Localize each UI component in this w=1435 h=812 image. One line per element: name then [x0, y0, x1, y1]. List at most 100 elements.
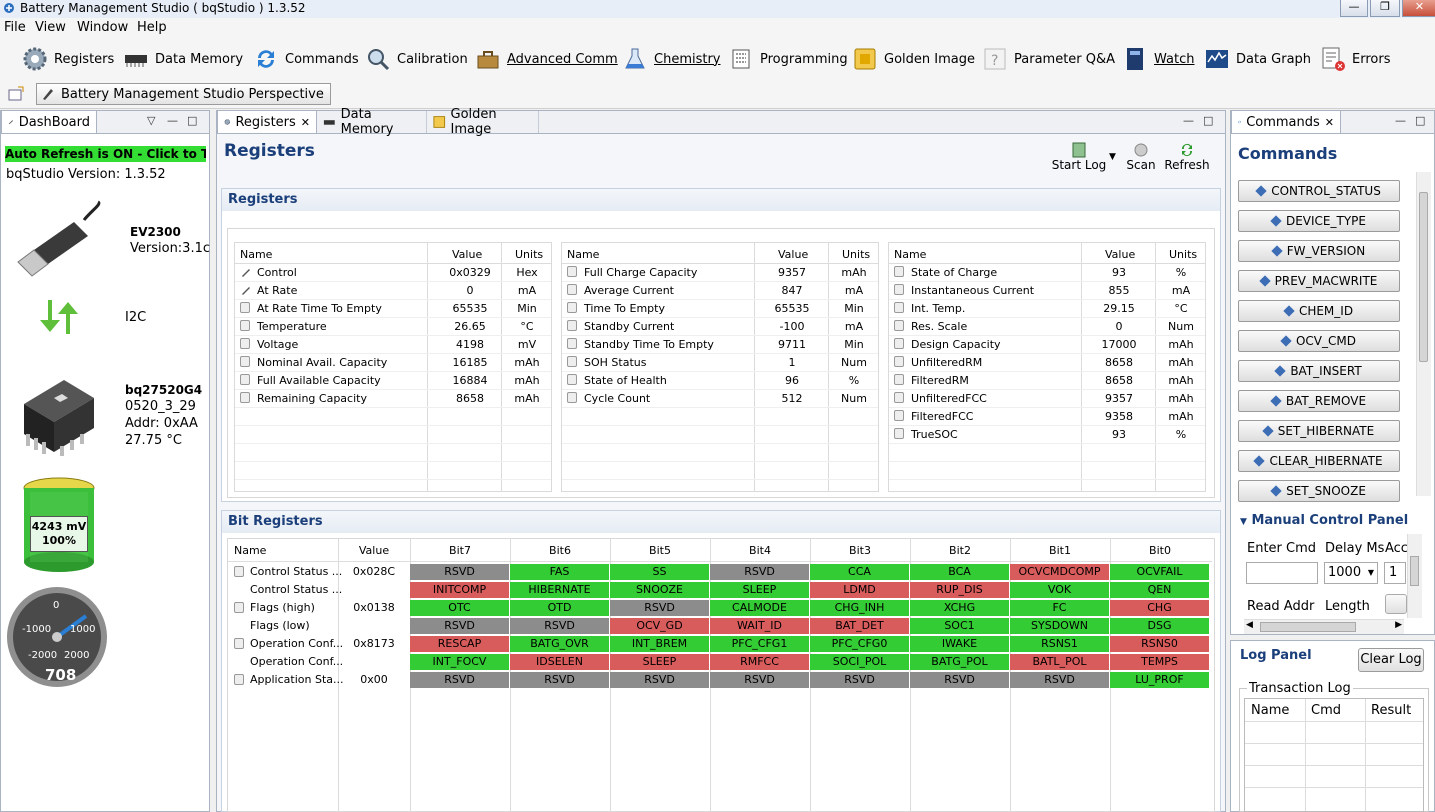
bit-register-row[interactable]: Flags (high) 0x0138 OTC OTD RSVD CALMODE CHG_I…: [228, 599, 1212, 617]
close-button[interactable]: ✕: [1402, 0, 1435, 17]
toolbar-golden-image[interactable]: Golden Image: [852, 42, 975, 76]
register-row[interactable]: State of Health 96%: [562, 371, 878, 390]
register-row[interactable]: Design Capacity 17000 mAh: [889, 335, 1205, 354]
acc-input[interactable]: 1: [1384, 562, 1406, 584]
command-button[interactable]: SET_HIBERNATE: [1238, 420, 1400, 442]
view-menu-icon[interactable]: ▽: [147, 114, 155, 127]
toolbar-parameter-qa[interactable]: ? Parameter Q&A: [982, 42, 1115, 76]
command-button[interactable]: CONTROL_STATUS: [1238, 180, 1400, 202]
command-button[interactable]: BAT_INSERT: [1238, 360, 1400, 382]
register-row[interactable]: Full Available Capacity 16884 mAh: [235, 371, 551, 390]
register-row[interactable]: State of Charge 93%: [889, 263, 1205, 282]
menu-view[interactable]: View: [35, 20, 66, 35]
register-row[interactable]: Average Current 847 mA: [562, 281, 878, 300]
toolbar-advanced-comm[interactable]: Advanced Comm: [475, 42, 618, 76]
tab-golden-image[interactable]: Golden Image: [427, 107, 539, 137]
bit-register-row[interactable]: Flags (low) RSVD RSVD OCV_GD WAIT_ID BAT_DET S…: [228, 617, 1212, 635]
register-row[interactable]: At Rate Time To Empty 65535 Min: [235, 299, 551, 318]
register-row[interactable]: Control 0x0329 Hex: [235, 263, 551, 282]
scroll-right-icon[interactable]: ▶: [1395, 620, 1402, 630]
toolbar-data-graph[interactable]: Data Graph: [1204, 42, 1311, 76]
toolbar-data-memory[interactable]: Data Memory: [123, 42, 243, 76]
scrollbar-thumb[interactable]: [1419, 192, 1428, 362]
clear-log-button[interactable]: Clear Log: [1358, 648, 1424, 672]
menu-window[interactable]: Window: [77, 20, 128, 35]
maximize-view-icon[interactable]: □: [187, 114, 197, 127]
scan-button[interactable]: Scan: [1125, 142, 1157, 176]
toolbar-registers[interactable]: Registers: [22, 42, 114, 76]
register-row[interactable]: Instantaneous Current 855 mA: [889, 281, 1205, 300]
command-button[interactable]: OCV_CMD: [1238, 330, 1400, 352]
register-row[interactable]: Res. Scale 0 Num: [889, 317, 1205, 336]
command-button[interactable]: PREV_MACWRITE: [1238, 270, 1400, 292]
command-button[interactable]: CLEAR_HIBERNATE: [1238, 450, 1400, 472]
manual-hscrollbar[interactable]: ◀ ▶: [1244, 619, 1404, 634]
maximize-button[interactable]: ❐: [1370, 0, 1400, 17]
register-row[interactable]: SOH Status 1 Num: [562, 353, 878, 372]
menu-help[interactable]: Help: [137, 20, 167, 35]
command-button[interactable]: FW_VERSION: [1238, 240, 1400, 262]
commands-scrollbar[interactable]: [1416, 172, 1431, 496]
register-row[interactable]: FilteredRM 8658 mAh: [889, 371, 1205, 390]
tab-commands[interactable]: Commands ✕: [1231, 111, 1341, 133]
toolbar-watch[interactable]: Watch: [1122, 42, 1194, 76]
scroll-left-icon[interactable]: ◀: [1246, 620, 1253, 630]
close-tab-icon[interactable]: ✕: [301, 116, 310, 129]
register-row[interactable]: Remaining Capacity 8658 mAh: [235, 389, 551, 408]
register-row[interactable]: Standby Current -100 mA: [562, 317, 878, 336]
register-name: Full Charge Capacity: [584, 266, 698, 279]
register-row[interactable]: Full Charge Capacity 9357 mAh: [562, 263, 878, 282]
toolbar-chemistry[interactable]: Chemistry: [622, 42, 721, 76]
command-button[interactable]: BAT_REMOVE: [1238, 390, 1400, 412]
command-button[interactable]: CHEM_ID: [1238, 300, 1400, 322]
bit-register-row[interactable]: Application Sta... 0x00 RSVD RSVD RSVD RSVD RS…: [228, 671, 1212, 689]
delay-ms-select[interactable]: 1000 ▼: [1324, 562, 1378, 584]
auto-refresh-toggle[interactable]: Auto Refresh is ON - Click to Turn O: [5, 146, 206, 162]
register-row[interactable]: FilteredFCC 9358 mAh: [889, 407, 1205, 426]
scrollbar-thumb[interactable]: [1410, 556, 1419, 586]
toolbar-programming[interactable]: Programming: [728, 42, 848, 76]
bit-register-row[interactable]: Control Status ... INITCOMP HIBERNATE SNOOZ…: [228, 581, 1212, 599]
menu-file[interactable]: File: [4, 20, 26, 35]
close-tab-icon[interactable]: ✕: [1325, 116, 1334, 129]
tab-registers[interactable]: Registers ✕: [217, 111, 317, 133]
open-perspective-icon[interactable]: [8, 86, 24, 102]
start-log-dropdown-icon[interactable]: ▼: [1109, 152, 1116, 162]
register-row[interactable]: UnfilteredRM 8658 mAh: [889, 353, 1205, 372]
bit-register-row[interactable]: Operation Conf... INT_FOCV IDSELEN SLEEP RMF…: [228, 653, 1212, 671]
bit-register-row[interactable]: Control Status ... 0x028C RSVD FAS SS RSVD CCA…: [228, 563, 1212, 581]
register-row[interactable]: TrueSOC 93%: [889, 425, 1205, 444]
register-row[interactable]: Temperature 26.65 °C: [235, 317, 551, 336]
toolbar-errors[interactable]: Errors: [1320, 42, 1390, 76]
toolbar-commands[interactable]: Commands: [253, 42, 359, 76]
register-row[interactable]: Cycle Count 512 Num: [562, 389, 878, 408]
bit-register-row[interactable]: Operation Conf... 0x8173 RESCAP BATG_OVR INT…: [228, 635, 1212, 653]
read-button[interactable]: [1385, 594, 1407, 614]
tab-dashboard[interactable]: DashBoard: [1, 111, 97, 133]
maximize-view-icon[interactable]: □: [1203, 114, 1213, 127]
register-row[interactable]: At Rate 0 mA: [235, 281, 551, 300]
maximize-view-icon[interactable]: □: [1415, 114, 1425, 127]
scrollbar-thumb[interactable]: [1260, 622, 1356, 632]
register-row[interactable]: Standby Time To Empty 9711 Min: [562, 335, 878, 354]
command-button[interactable]: SET_SNOOZE: [1238, 480, 1400, 502]
perspective-button[interactable]: Battery Management Studio Perspective: [36, 83, 331, 105]
minimize-view-icon[interactable]: —: [1183, 114, 1194, 127]
register-row[interactable]: Time To Empty 65535 Min: [562, 299, 878, 318]
enter-cmd-input[interactable]: [1246, 562, 1318, 584]
register-row[interactable]: Int. Temp. 29.15 °C: [889, 299, 1205, 318]
collapse-icon[interactable]: ▼: [1240, 517, 1247, 527]
manual-control-title[interactable]: ▼ Manual Control Panel: [1240, 513, 1408, 528]
tab-data-memory[interactable]: Data Memory: [317, 107, 427, 137]
toolbar-calibration[interactable]: Calibration: [365, 42, 468, 76]
minimize-view-icon[interactable]: —: [167, 114, 178, 127]
register-row[interactable]: Voltage 4198 mV: [235, 335, 551, 354]
refresh-button[interactable]: Refresh: [1163, 142, 1211, 176]
minimize-button[interactable]: —: [1340, 0, 1368, 17]
register-row[interactable]: UnfilteredFCC 9357 mAh: [889, 389, 1205, 408]
command-button[interactable]: DEVICE_TYPE: [1238, 210, 1400, 232]
manual-vscrollbar[interactable]: [1407, 534, 1422, 618]
start-log-button[interactable]: Start Log: [1044, 142, 1114, 176]
minimize-view-icon[interactable]: —: [1395, 114, 1406, 127]
register-row[interactable]: Nominal Avail. Capacity 16185 mAh: [235, 353, 551, 372]
